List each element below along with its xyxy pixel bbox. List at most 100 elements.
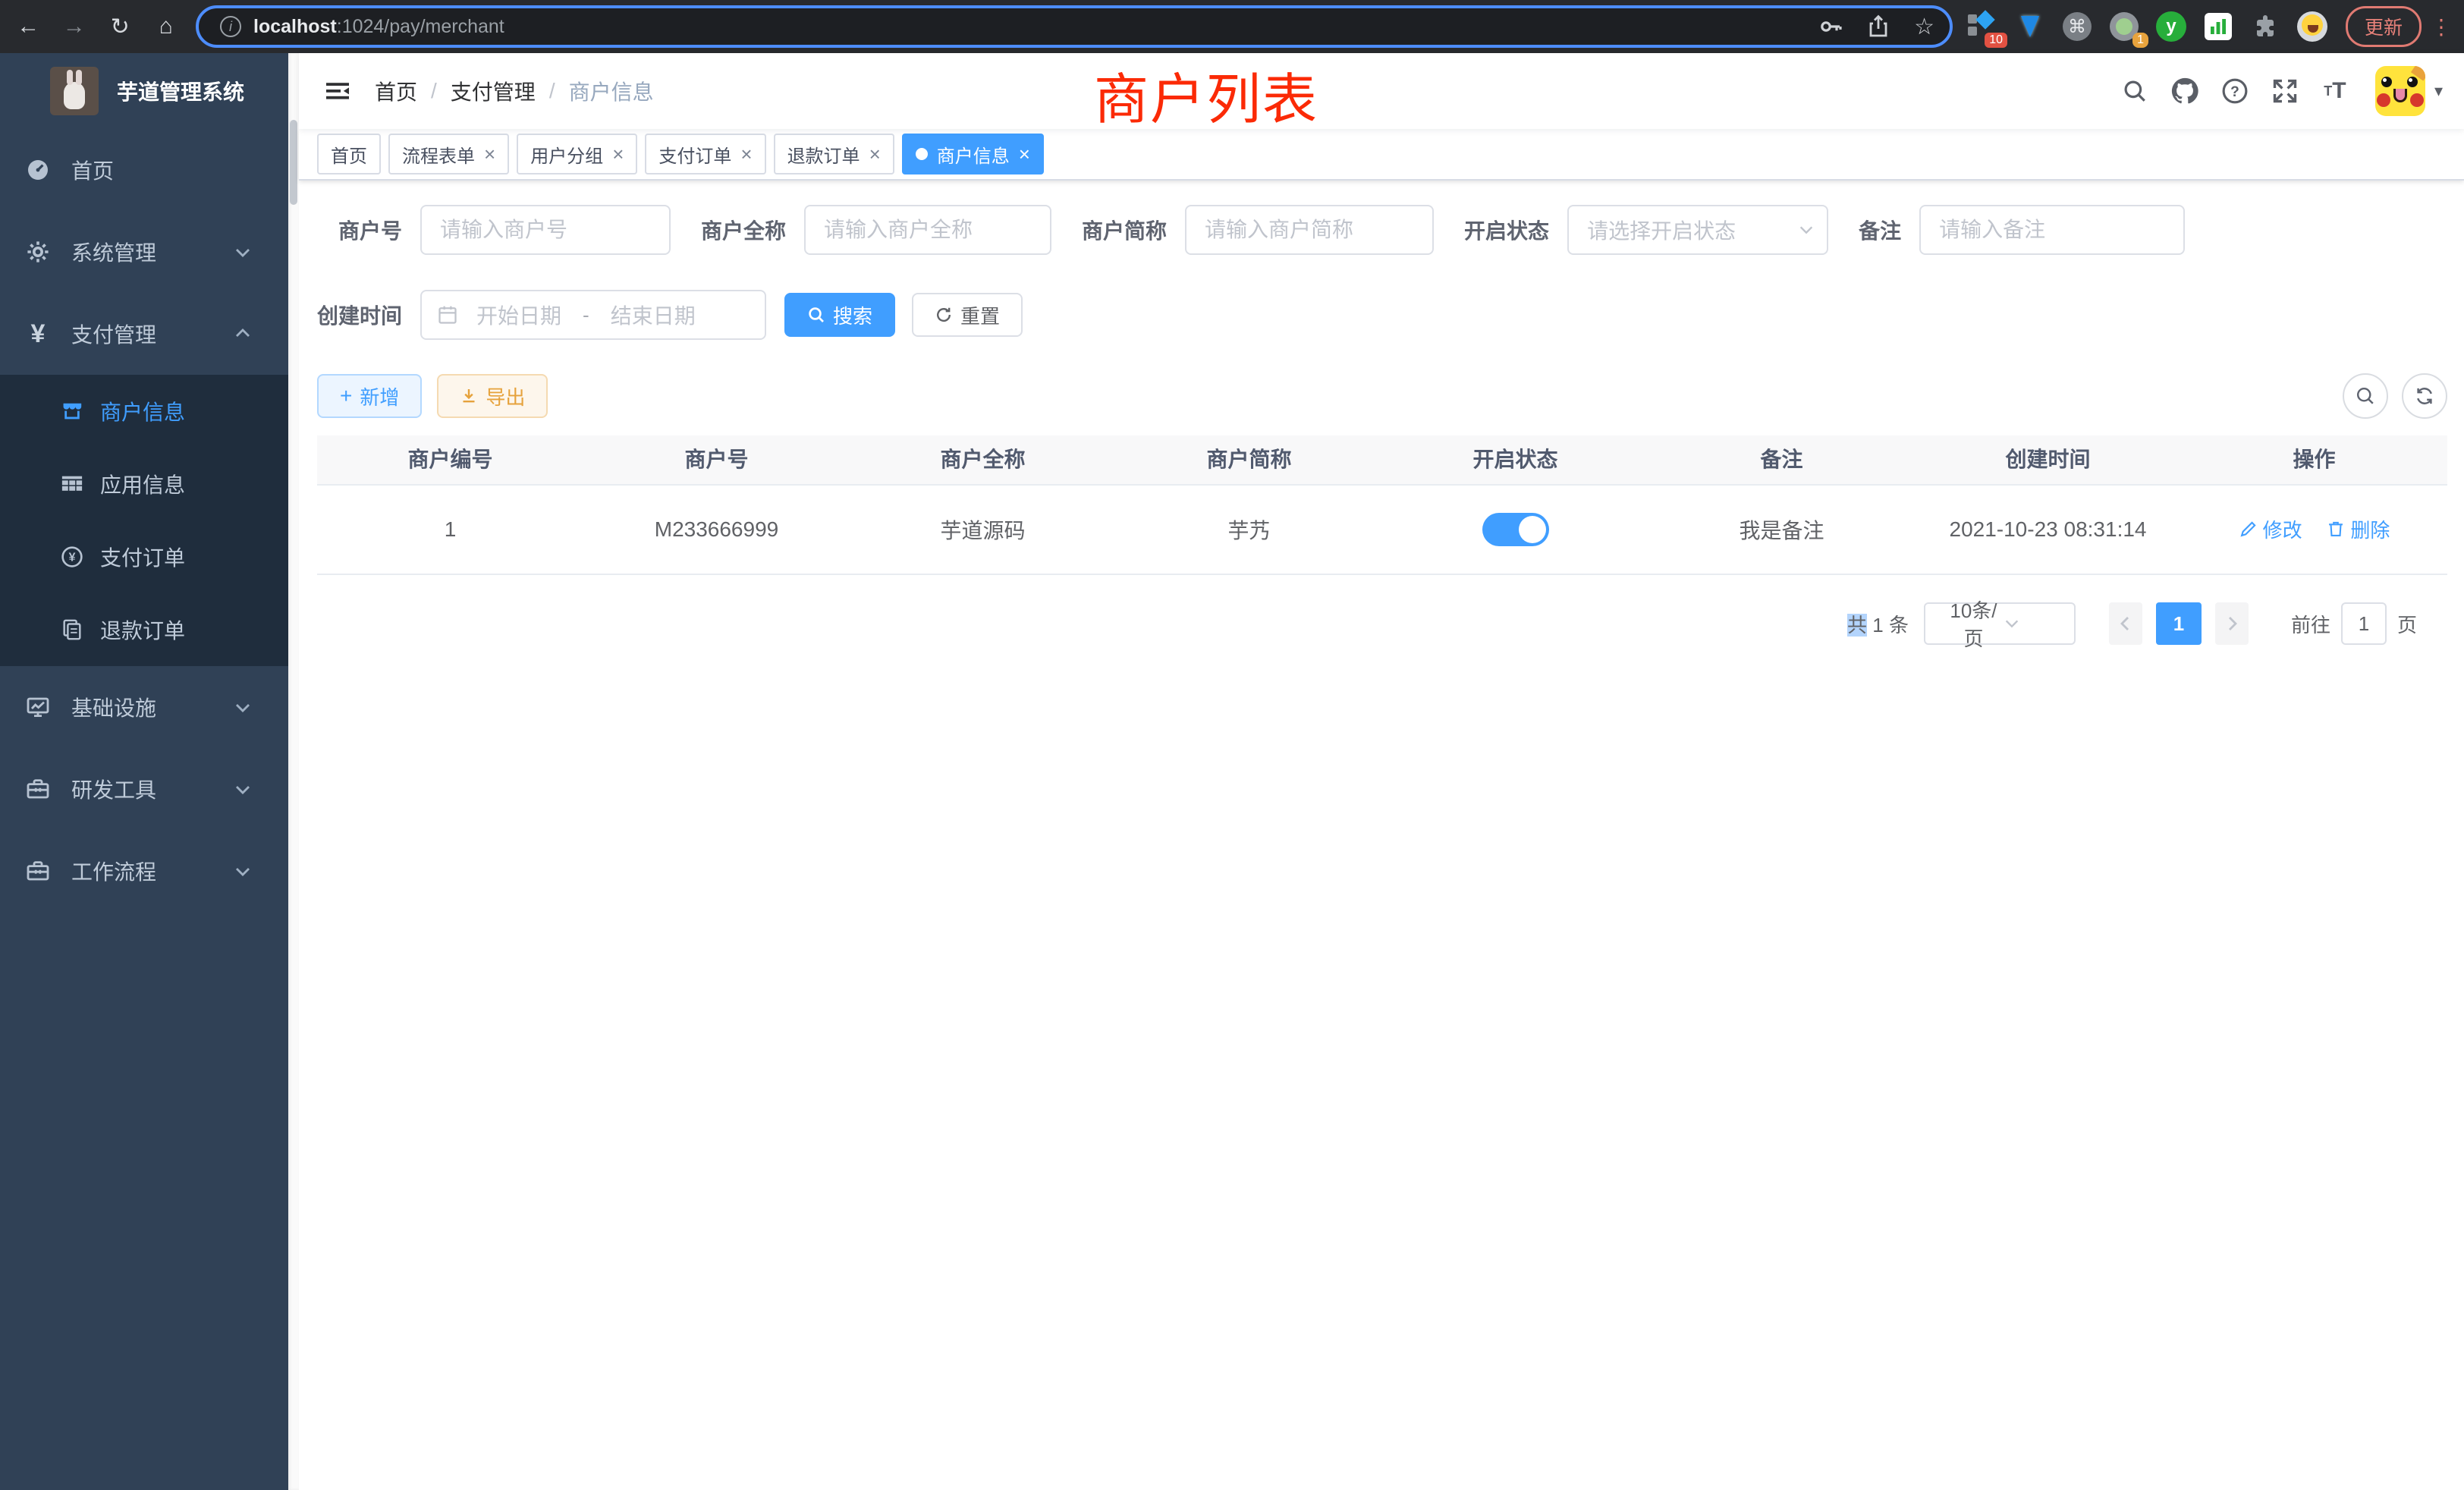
user-avatar[interactable]	[2375, 66, 2425, 116]
app-logo[interactable]: 芋道管理系统	[0, 53, 288, 129]
command-extension-icon[interactable]: ⌘	[2062, 11, 2092, 42]
tab-refund-order[interactable]: 退款订单×	[774, 134, 894, 174]
delete-link[interactable]: 删除	[2326, 515, 2390, 543]
y-extension-icon[interactable]: y	[2156, 11, 2186, 42]
field-label: 开启状态	[1464, 215, 1549, 245]
password-key-icon[interactable]	[1818, 14, 1843, 39]
search-button[interactable]: 搜索	[784, 293, 895, 337]
browser-home-icon[interactable]: ⌂	[149, 14, 184, 39]
tab-pay-order[interactable]: 支付订单×	[645, 134, 765, 174]
merchant-name-input[interactable]	[804, 205, 1051, 255]
sidebar-scrollbar[interactable]	[288, 53, 299, 1490]
sidebar-item-merchant-info[interactable]: 商户信息	[0, 375, 288, 448]
pinned-extension-icon[interactable]: 10	[1968, 11, 1998, 42]
url-text[interactable]: localhost:1024/pay/merchant	[253, 16, 1794, 38]
add-button[interactable]: + 新增	[317, 374, 422, 418]
close-icon[interactable]: ×	[612, 144, 624, 164]
start-date-placeholder[interactable]: 开始日期	[476, 300, 561, 330]
cell-full-name: 芋道源码	[850, 514, 1116, 545]
active-dot	[916, 148, 928, 160]
reset-button[interactable]: 重置	[912, 293, 1023, 337]
extension-row: 10 ⌘ 1 y	[1968, 11, 2327, 42]
store-icon	[61, 400, 83, 423]
tab-home[interactable]: 首页	[317, 134, 381, 174]
sidebar-item-system[interactable]: 系统管理	[0, 211, 288, 293]
tab-merchant-info[interactable]: 商户信息×	[902, 134, 1044, 174]
tab-user-group[interactable]: 用户分组×	[517, 134, 637, 174]
toolbox-icon	[26, 777, 50, 801]
font-size-icon[interactable]: TT	[2310, 53, 2360, 129]
proxy-extension-icon[interactable]: 1	[2109, 11, 2139, 42]
site-info-icon[interactable]: i	[220, 16, 241, 37]
merchant-short-input[interactable]	[1185, 205, 1434, 255]
fullscreen-icon[interactable]	[2260, 53, 2310, 129]
merchant-no-input[interactable]	[420, 205, 671, 255]
download-icon	[460, 387, 478, 405]
bookmark-star-icon[interactable]: ☆	[1914, 14, 1934, 40]
status-toggle[interactable]	[1482, 513, 1549, 546]
sidebar-menu: 首页 系统管理 ¥ 支付管理	[0, 129, 288, 1490]
column-header: 商户简称	[1116, 435, 1382, 485]
extensions-puzzle-icon[interactable]	[2250, 11, 2280, 42]
sidebar-item-pay[interactable]: ¥ 支付管理	[0, 293, 288, 375]
browser-forward-icon[interactable]: →	[57, 14, 93, 39]
sidebar-item-label: 商户信息	[100, 396, 185, 426]
profile-emoji-icon[interactable]	[2297, 11, 2327, 42]
sidebar-collapse-icon[interactable]	[313, 67, 363, 115]
edit-link[interactable]: 修改	[2239, 515, 2302, 543]
breadcrumb-section[interactable]: 支付管理	[451, 76, 536, 106]
avatar-caret-icon[interactable]: ▾	[2434, 81, 2443, 101]
share-icon[interactable]	[1867, 14, 1890, 39]
status-select[interactable]: 请选择开启状态	[1567, 205, 1828, 255]
goto-page-input[interactable]	[2341, 602, 2387, 645]
browser-back-icon[interactable]: ←	[11, 14, 46, 39]
field-label: 创建时间	[317, 300, 402, 330]
column-header: 创建时间	[1915, 435, 2181, 485]
sidebar-item-devtools[interactable]: 研发工具	[0, 748, 288, 830]
extension-badge: 10	[1985, 33, 2007, 48]
browser-reload-icon[interactable]: ↻	[102, 14, 138, 40]
breadcrumb-separator: /	[431, 79, 437, 103]
chrome-update-button[interactable]: 更新	[2346, 6, 2422, 47]
browser-chrome: ← → ↻ ⌂ i localhost:1024/pay/merchant ☆ …	[0, 0, 2464, 53]
toggle-search-button[interactable]	[2343, 373, 2388, 419]
sidebar-item-refund-order[interactable]: 退款订单	[0, 593, 288, 666]
navbar: 首页 / 支付管理 / 商户信息 ?	[299, 53, 2464, 129]
grid-icon	[61, 473, 83, 495]
export-button[interactable]: 导出	[437, 374, 548, 418]
date-range-picker[interactable]: 开始日期 - 结束日期	[420, 290, 766, 340]
close-icon[interactable]: ×	[869, 144, 881, 164]
page-size-select[interactable]: 10条/页	[1924, 602, 2076, 645]
column-header: 备注	[1648, 435, 1915, 485]
filter-row-2: 创建时间 开始日期 - 结束日期	[317, 290, 2447, 340]
sidebar-item-label: 首页	[71, 155, 288, 185]
tab-process-form[interactable]: 流程表单×	[388, 134, 509, 174]
url-bar[interactable]: i localhost:1024/pay/merchant ☆	[196, 5, 1953, 48]
chrome-menu-icon[interactable]: ⋮	[2431, 14, 2452, 39]
sidebar-item-home[interactable]: 首页	[0, 129, 288, 211]
next-page-button[interactable]	[2215, 602, 2249, 645]
help-icon[interactable]: ?	[2210, 53, 2260, 129]
breadcrumb-home[interactable]: 首页	[375, 76, 417, 106]
sidebar-item-app-info[interactable]: 应用信息	[0, 448, 288, 520]
refresh-table-button[interactable]	[2402, 373, 2447, 419]
cell-short-name: 芋艿	[1116, 514, 1382, 545]
sidebar-item-pay-order[interactable]: ¥ 支付订单	[0, 520, 288, 593]
kite-extension-icon[interactable]	[2015, 11, 2045, 42]
sidebar-item-workflow[interactable]: 工作流程	[0, 830, 288, 912]
page-number-1[interactable]: 1	[2156, 602, 2202, 645]
header-search-icon[interactable]	[2110, 53, 2160, 129]
column-header: 商户编号	[317, 435, 583, 485]
close-icon[interactable]: ×	[740, 144, 752, 164]
github-icon[interactable]	[2160, 53, 2210, 129]
sidebar-item-label: 系统管理	[71, 237, 234, 267]
sidebar-item-infra[interactable]: 基础设施	[0, 666, 288, 748]
remark-input[interactable]	[1919, 205, 2185, 255]
chart-extension-icon[interactable]	[2203, 11, 2233, 42]
close-icon[interactable]: ×	[1019, 144, 1030, 164]
scrollbar-thumb[interactable]	[290, 120, 297, 205]
prev-page-button[interactable]	[2109, 602, 2142, 645]
end-date-placeholder[interactable]: 结束日期	[611, 300, 696, 330]
close-icon[interactable]: ×	[484, 144, 495, 164]
cell-merchant-id: 1	[317, 517, 583, 542]
